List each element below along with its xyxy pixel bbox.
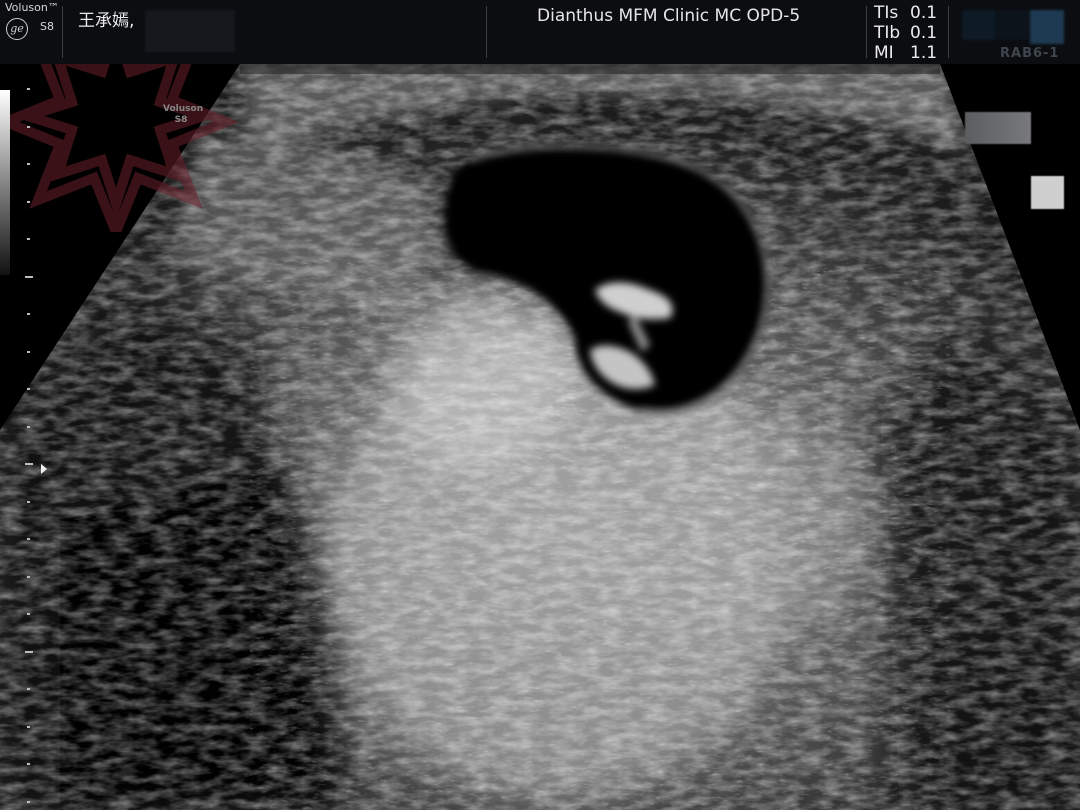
watermark-text: Voluson S8: [163, 104, 204, 126]
ge-logo-icon: ge: [6, 18, 28, 40]
safety-label: TIs: [874, 3, 899, 23]
safety-value: 1.1: [910, 43, 938, 63]
depth-tick: [27, 800, 30, 803]
safety-label: MI: [874, 43, 894, 63]
depth-tick: [27, 613, 30, 615]
depth-tick: [27, 238, 30, 240]
header-divider: [486, 6, 487, 58]
brand-name: Voluson™: [5, 1, 59, 14]
depth-tick: [27, 425, 30, 428]
pixelated-swatch: [962, 10, 996, 40]
header-divider: [948, 6, 949, 58]
patient-name: 王承嫣,: [78, 11, 135, 31]
depth-tick: [27, 688, 30, 690]
depth-tick-major: [25, 650, 33, 653]
pixelated-swatch: [1031, 176, 1064, 209]
safety-row-mi: MI 1.1: [874, 43, 940, 63]
depth-tick: [27, 500, 30, 503]
safety-row-tib: TIb 0.1: [874, 23, 940, 43]
depth-tick: [27, 163, 30, 165]
header-divider: [866, 6, 867, 58]
depth-tick: [27, 575, 30, 578]
safety-indices: TIs 0.1 TIb 0.1 MI 1.1: [874, 3, 940, 63]
depth-tick: [27, 125, 30, 128]
clinic-name: Dianthus MFM Clinic MC OPD-5: [537, 6, 801, 26]
depth-tick: [27, 725, 30, 728]
safety-row-tis: TIs 0.1: [874, 3, 940, 23]
depth-tick: [27, 88, 30, 90]
safety-value: 0.1: [910, 23, 938, 43]
depth-tick: [27, 388, 30, 390]
depth-tick: [27, 350, 30, 353]
depth-scale: [22, 64, 42, 810]
patient-redaction: [145, 10, 235, 52]
depth-tick: [27, 313, 30, 315]
watermark-line-2: S8: [174, 115, 188, 125]
watermark-line-1: Voluson: [163, 104, 204, 114]
header-divider: [62, 6, 63, 58]
pixelated-swatch: [1030, 10, 1064, 44]
focus-marker-icon: [41, 464, 47, 474]
grayscale-bar: [0, 90, 10, 275]
depth-tick: [27, 763, 30, 765]
depth-tick: [27, 538, 30, 540]
depth-tick-major: [25, 275, 33, 278]
safety-value: 0.1: [910, 3, 938, 23]
depth-tick-major: [25, 463, 33, 465]
brand-model: S8: [40, 20, 54, 33]
pixelated-swatch: [996, 10, 1030, 40]
safety-label: TIb: [874, 23, 901, 43]
depth-tick: [27, 200, 30, 203]
probe-label: RAB6-1: [1000, 46, 1060, 61]
pixelated-swatch: [965, 112, 1031, 144]
header-bar: Voluson™ ge S8 王承嫣, Dianthus MFM Clinic …: [0, 0, 1080, 64]
